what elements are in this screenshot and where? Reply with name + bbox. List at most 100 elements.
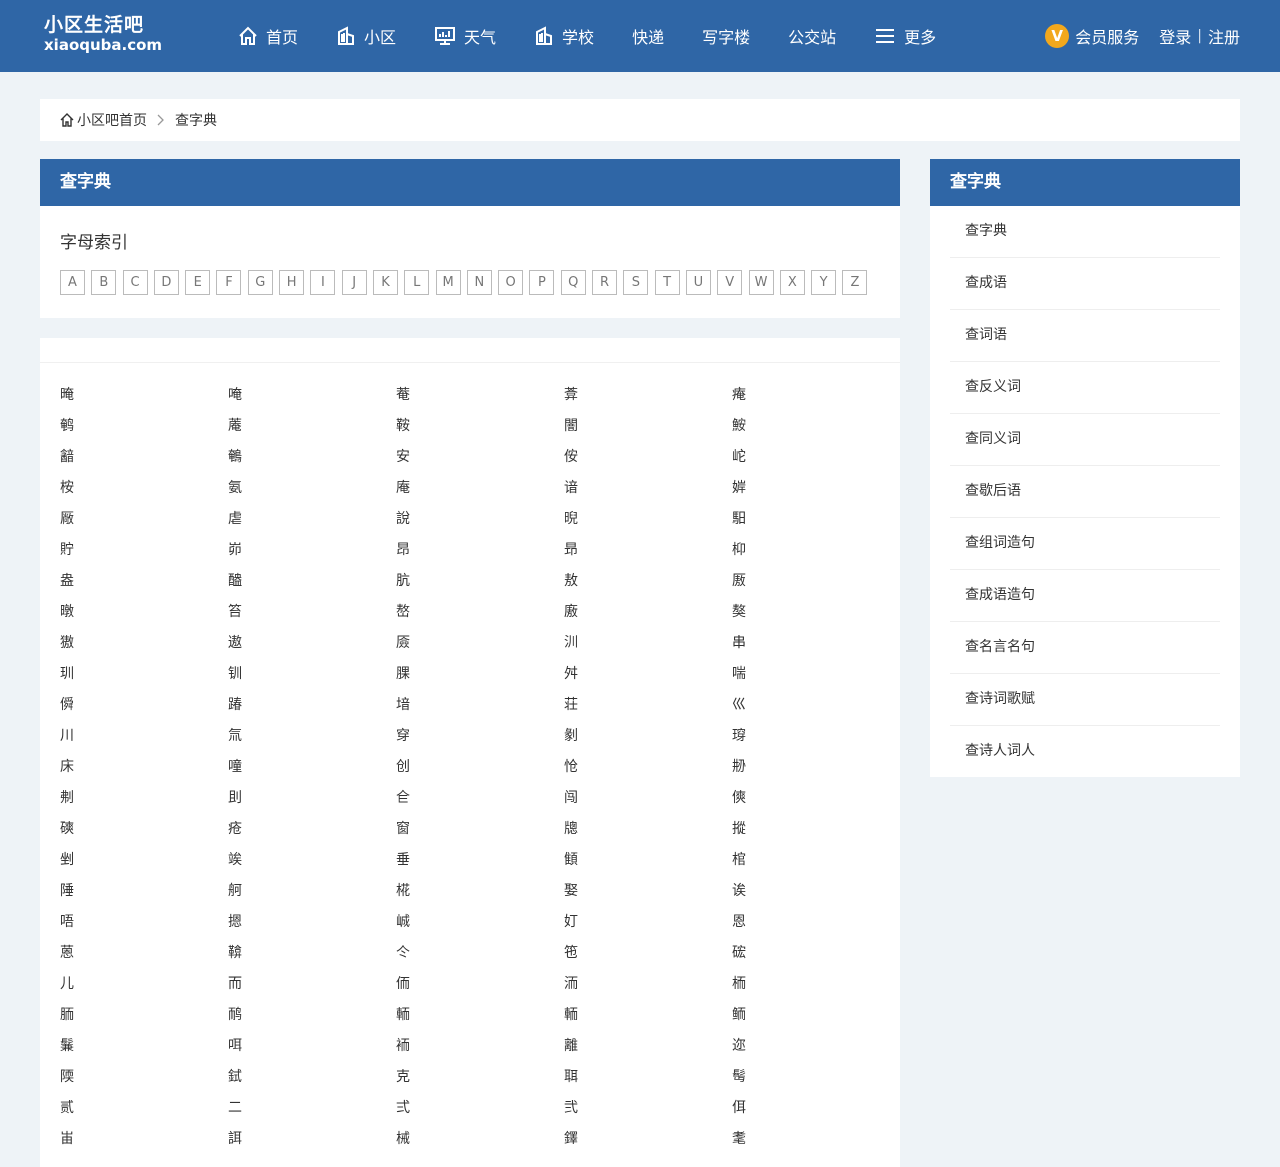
- character-link[interactable]: 窗: [396, 819, 564, 850]
- character-link[interactable]: 堷: [396, 695, 564, 726]
- character-link[interactable]: 穿: [396, 726, 564, 757]
- sidebar-item[interactable]: 查名言名句: [950, 622, 1220, 674]
- character-link[interactable]: 弐: [564, 1098, 732, 1129]
- letter-index-e[interactable]: E: [185, 270, 211, 295]
- character-link[interactable]: 葊: [564, 385, 732, 416]
- character-link[interactable]: 厫: [732, 571, 900, 602]
- character-link[interactable]: 遨: [228, 633, 396, 664]
- character-link[interactable]: 创: [396, 757, 564, 788]
- sidebar-item[interactable]: 查组词造句: [950, 518, 1220, 570]
- character-link[interactable]: 鞍: [396, 416, 564, 447]
- character-link[interactable]: 闇: [564, 416, 732, 447]
- sidebar-item[interactable]: 查成语造句: [950, 570, 1220, 622]
- character-link[interactable]: 峀: [60, 1129, 228, 1160]
- nav-item-home[interactable]: 首页: [238, 24, 298, 48]
- character-link[interactable]: 傸: [732, 788, 900, 819]
- character-link[interactable]: 氚: [228, 726, 396, 757]
- character-link[interactable]: 厰: [60, 509, 228, 540]
- letter-index-h[interactable]: H: [279, 270, 305, 295]
- vip-service-link[interactable]: V 会员服务: [1045, 24, 1139, 48]
- letter-index-w[interactable]: W: [748, 270, 774, 295]
- letter-index-n[interactable]: N: [466, 270, 492, 295]
- character-link[interactable]: 咡: [228, 1036, 396, 1067]
- letter-index-j[interactable]: J: [341, 270, 367, 295]
- character-link[interactable]: 棺: [732, 850, 900, 881]
- character-link[interactable]: 廒: [564, 602, 732, 633]
- character-link[interactable]: 厱: [396, 633, 564, 664]
- character-link[interactable]: 韽: [60, 447, 228, 478]
- character-link[interactable]: 而: [228, 974, 396, 1005]
- letter-index-y[interactable]: Y: [811, 270, 837, 295]
- character-link[interactable]: 舛: [564, 664, 732, 695]
- register-link[interactable]: 注册: [1208, 24, 1240, 48]
- character-link[interactable]: 耄: [732, 1129, 900, 1160]
- character-link[interactable]: 安: [396, 447, 564, 478]
- sidebar-item[interactable]: 查成语: [950, 258, 1220, 310]
- nav-item-office[interactable]: 写字楼: [702, 24, 750, 48]
- character-link[interactable]: 鬑: [60, 1036, 228, 1067]
- character-link[interactable]: 诶: [732, 881, 900, 912]
- character-link[interactable]: 庵: [396, 478, 564, 509]
- character-link[interactable]: 菴: [396, 385, 564, 416]
- character-link[interactable]: 峁: [228, 540, 396, 571]
- character-link[interactable]: 剶: [564, 726, 732, 757]
- character-link[interactable]: 磢: [60, 819, 228, 850]
- character-link[interactable]: 獒: [732, 602, 900, 633]
- character-link[interactable]: 竾: [564, 943, 732, 974]
- character-link[interactable]: 侒: [564, 447, 732, 478]
- character-link[interactable]: 昂: [396, 540, 564, 571]
- character-link[interactable]: 仒: [396, 943, 564, 974]
- letter-index-m[interactable]: M: [435, 270, 461, 295]
- character-link[interactable]: 鲕: [732, 1005, 900, 1036]
- character-link[interactable]: 陾: [60, 1067, 228, 1098]
- nav-item-weather[interactable]: 天气: [434, 24, 496, 48]
- character-link[interactable]: 陲: [60, 881, 228, 912]
- letter-index-b[interactable]: B: [91, 270, 117, 295]
- character-link[interactable]: 瑏: [732, 726, 900, 757]
- letter-index-u[interactable]: U: [685, 270, 711, 295]
- character-link[interactable]: 婩: [732, 478, 900, 509]
- character-link[interactable]: 笞: [228, 602, 396, 633]
- character-link[interactable]: 離: [564, 1036, 732, 1067]
- letter-index-f[interactable]: F: [216, 270, 242, 295]
- character-link[interactable]: 鉽: [228, 1067, 396, 1098]
- character-link[interactable]: 疮: [228, 819, 396, 850]
- character-link[interactable]: 奵: [564, 912, 732, 943]
- character-link[interactable]: 僢: [60, 695, 228, 726]
- character-link[interactable]: 岮: [732, 447, 900, 478]
- sidebar-item[interactable]: 查歇后语: [950, 466, 1220, 518]
- character-link[interactable]: 氨: [228, 478, 396, 509]
- character-link[interactable]: 舸: [228, 881, 396, 912]
- character-link[interactable]: 誀: [228, 1129, 396, 1160]
- character-link[interactable]: 暾: [60, 602, 228, 633]
- letter-index-c[interactable]: C: [122, 270, 148, 295]
- character-link[interactable]: 袻: [396, 1036, 564, 1067]
- character-link[interactable]: 虐: [228, 509, 396, 540]
- character-link[interactable]: 贰: [60, 1098, 228, 1129]
- character-link[interactable]: 串: [732, 633, 900, 664]
- sidebar-item[interactable]: 查同义词: [950, 414, 1220, 466]
- character-link[interactable]: 竢: [228, 850, 396, 881]
- character-link[interactable]: 嶅: [396, 602, 564, 633]
- character-link[interactable]: 垂: [396, 850, 564, 881]
- character-link[interactable]: 晻: [60, 385, 228, 416]
- character-link[interactable]: 唔: [60, 912, 228, 943]
- character-link[interactable]: 克: [396, 1067, 564, 1098]
- sidebar-item[interactable]: 查词语: [950, 310, 1220, 362]
- character-link[interactable]: 喘: [732, 664, 900, 695]
- character-link[interactable]: 鮟: [732, 416, 900, 447]
- character-link[interactable]: 钏: [228, 664, 396, 695]
- letter-index-x[interactable]: X: [779, 270, 805, 295]
- character-link[interactable]: 貯: [60, 540, 228, 571]
- letter-index-i[interactable]: I: [310, 270, 336, 295]
- character-link[interactable]: 玔: [60, 664, 228, 695]
- character-link[interactable]: 摐: [732, 819, 900, 850]
- letter-index-q[interactable]: Q: [560, 270, 586, 295]
- character-link[interactable]: 桉: [60, 478, 228, 509]
- character-link[interactable]: 馹: [732, 509, 900, 540]
- sidebar-item[interactable]: 查字典: [950, 206, 1220, 258]
- letter-index-p[interactable]: P: [529, 270, 555, 295]
- letter-index-r[interactable]: R: [592, 270, 618, 295]
- character-link[interactable]: 聑: [564, 1067, 732, 1098]
- character-link[interactable]: 醠: [228, 571, 396, 602]
